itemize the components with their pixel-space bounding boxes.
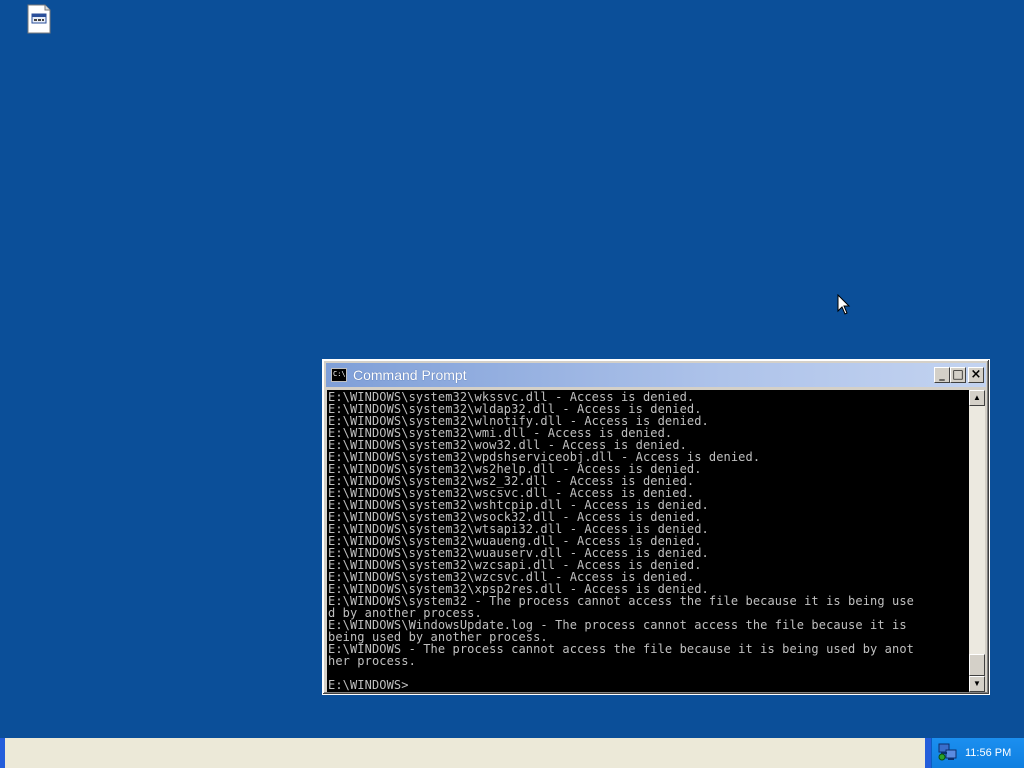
mouse-cursor-icon (837, 293, 851, 316)
file-icon[interactable] (25, 4, 53, 34)
command-prompt-window[interactable]: C:\ Command Prompt _ □ × E:\WINDOWS\syst… (322, 359, 990, 695)
maximize-button[interactable]: □ (950, 367, 966, 383)
system-tray: 11:56 PM (931, 738, 1024, 768)
scroll-up-button[interactable]: ▲ (969, 390, 985, 406)
title-bar[interactable]: C:\ Command Prompt _ □ × (326, 363, 986, 387)
console-text: E:\WINDOWS\system32\wkssvc.dll - Access … (327, 390, 969, 691)
close-button[interactable]: × (968, 367, 984, 383)
vertical-scrollbar[interactable]: ▲ ▼ (969, 390, 985, 692)
clock[interactable]: 11:56 PM (965, 746, 1011, 760)
console-app-icon[interactable]: C:\ (331, 368, 347, 382)
console-output[interactable]: E:\WINDOWS\system32\wkssvc.dll - Access … (327, 390, 969, 692)
scroll-thumb[interactable] (969, 654, 985, 676)
console-line: E:\WINDOWS> (328, 678, 409, 692)
minimize-button[interactable]: _ (934, 367, 950, 383)
scroll-down-button[interactable]: ▼ (969, 676, 985, 692)
network-icon[interactable] (938, 743, 958, 761)
console-line: E:\WINDOWS - The process cannot access t… (328, 642, 914, 656)
taskbar-button-area[interactable] (5, 738, 925, 768)
taskbar: 11:56 PM (0, 738, 1024, 768)
window-title: Command Prompt (353, 367, 467, 383)
console-line: her process. (328, 654, 416, 668)
